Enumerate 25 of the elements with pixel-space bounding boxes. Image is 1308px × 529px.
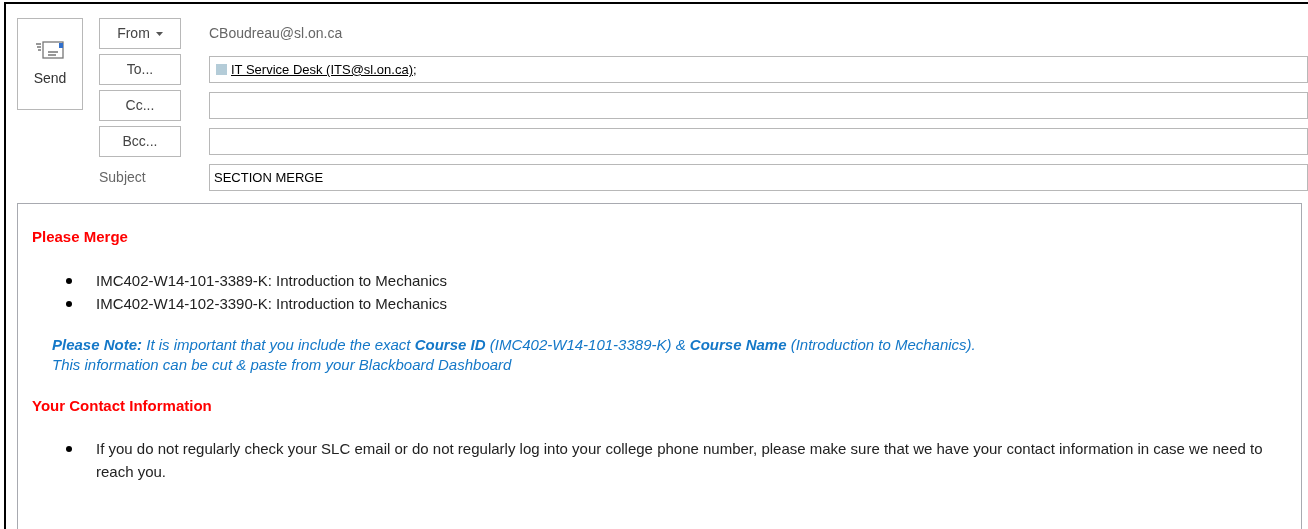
from-button[interactable]: From xyxy=(99,18,181,49)
envelope-icon xyxy=(35,39,65,60)
list-item-text: If you do not regularly check your SLC email or do not regularly log into your college phone number, please make sure that we have your contact information in case we need to reach you. xyxy=(96,439,1264,482)
recipient-field[interactable]: IT Service Desk (ITS@sl.on.ca); xyxy=(209,56,1308,83)
recipient-field[interactable] xyxy=(209,128,1308,155)
list-item-text: IMC402-W14-101-3389-K: Introduction to Mechanics xyxy=(96,270,447,291)
address-button[interactable]: To... xyxy=(99,54,181,85)
caret-icon xyxy=(155,31,163,36)
send-button[interactable]: Send xyxy=(17,18,83,110)
bullet-icon xyxy=(66,446,72,452)
subject-label: Subject xyxy=(99,168,147,187)
contact-icon xyxy=(216,64,227,75)
bullet-icon xyxy=(66,300,72,307)
section-heading: Please Merge xyxy=(32,227,129,247)
section-heading: Your Contact Information xyxy=(32,395,213,416)
note-text: Please Note: It is important that you include the exact Course ID (IMC402-W14-101-3389-K) & Course Name (Introduction to Mechanics). xyxy=(52,334,977,355)
recipient-link[interactable]: IT Service Desk (ITS@sl.on.ca); xyxy=(231,59,417,80)
subject-field[interactable]: SECTION MERGE xyxy=(209,164,1308,191)
address-button[interactable]: Cc... xyxy=(99,90,181,121)
list-item-text: IMC402-W14-102-3390-K: Introduction to Mechanics xyxy=(96,293,447,314)
sender-address: CBoudreau@sl.on.ca xyxy=(209,24,343,43)
address-button[interactable]: Bcc... xyxy=(99,126,181,157)
note-text: This information can be cut & paste from your Blackboard Dashboard xyxy=(52,354,513,375)
bullet-icon xyxy=(66,277,72,284)
recipient-field[interactable] xyxy=(209,92,1308,119)
